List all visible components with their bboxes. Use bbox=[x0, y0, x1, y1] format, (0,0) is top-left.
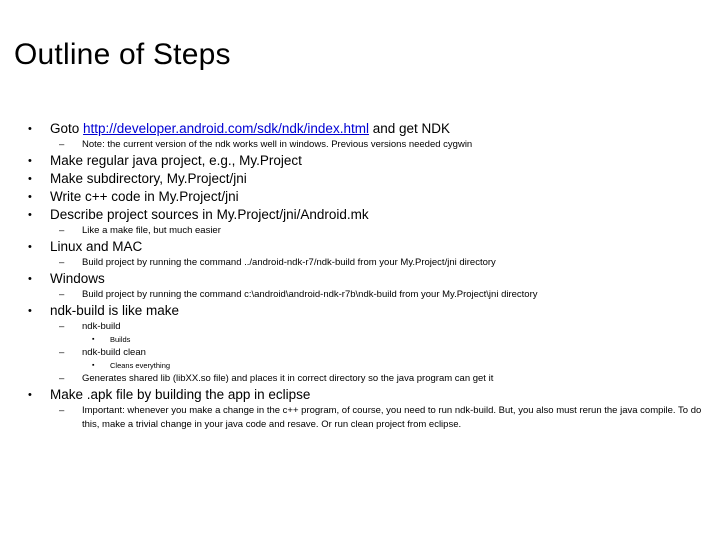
list-item: – Build project by running the command c:… bbox=[14, 288, 706, 302]
list-item: • Make .apk file by building the app in e… bbox=[14, 386, 706, 404]
list-item-text: Goto http://developer.android.com/sdk/nd… bbox=[50, 121, 450, 136]
list-item-text: ndk-build clean bbox=[82, 347, 146, 358]
bullet-icon: – bbox=[59, 289, 65, 300]
bullet-icon: • bbox=[28, 389, 32, 401]
slide: Outline of Steps • Goto http://developer.… bbox=[0, 0, 720, 540]
bullet-icon: • bbox=[28, 155, 32, 167]
list-item-text: Like a make file, but much easier bbox=[82, 225, 221, 236]
list-item-text: ndk-build is like make bbox=[50, 303, 180, 318]
list-item-text: Write c++ code in My.Project/jni bbox=[50, 189, 239, 204]
bullet-icon: • bbox=[28, 191, 32, 203]
list-item-text: Linux and MAC bbox=[50, 239, 143, 254]
list-item-text: Describe project sources in My.Project/j… bbox=[50, 207, 369, 222]
text-run: Goto bbox=[50, 121, 84, 136]
bullet-icon: • bbox=[28, 123, 32, 135]
bullet-icon: – bbox=[59, 139, 65, 150]
bullet-icon: • bbox=[28, 173, 32, 185]
list-item: – Note: the current version of the ndk wo… bbox=[14, 138, 706, 152]
list-item: • Windows bbox=[14, 270, 706, 288]
list-item: • Make subdirectory, My.Project/jni bbox=[14, 170, 706, 188]
list-item: – Important: whenever you make a change i… bbox=[14, 404, 706, 432]
list-item-text: Build project by running the command ../… bbox=[82, 257, 496, 268]
list-item-text: Generates shared lib (libXX.so file) and… bbox=[82, 373, 494, 384]
list-item-text: Builds bbox=[110, 335, 131, 344]
list-item-text: Make subdirectory, My.Project/jni bbox=[50, 171, 247, 186]
slide-body: • Goto http://developer.android.com/sdk/n… bbox=[14, 120, 706, 432]
list-item: – ndk-build clean bbox=[14, 346, 706, 360]
list-item: • Linux and MAC bbox=[14, 238, 706, 256]
bullet-icon: • bbox=[28, 241, 32, 253]
bullet-icon: – bbox=[59, 373, 65, 384]
bullet-icon: • bbox=[28, 273, 32, 285]
page-title: Outline of Steps bbox=[14, 38, 231, 71]
list-item: – Generates shared lib (libXX.so file) an… bbox=[14, 372, 706, 386]
bullet-icon: • bbox=[28, 209, 32, 221]
text-run: and get NDK bbox=[368, 121, 450, 136]
ndk-download-link[interactable]: http://developer.android.com/sdk/ndk/ind… bbox=[83, 121, 369, 136]
list-item-text: Make .apk file by building the app in ec… bbox=[50, 387, 311, 402]
list-item: • Describe project sources in My.Project/… bbox=[14, 206, 706, 224]
bullet-icon: – bbox=[59, 347, 65, 358]
list-item: ▪ Builds bbox=[14, 334, 706, 346]
bullet-icon: – bbox=[59, 321, 65, 332]
outline-list: • Goto http://developer.android.com/sdk/n… bbox=[14, 120, 706, 432]
list-item-text: Important: whenever you make a change in… bbox=[82, 405, 702, 430]
bullet-icon: – bbox=[59, 225, 65, 236]
bullet-icon: – bbox=[59, 257, 65, 268]
list-item: • Goto http://developer.android.com/sdk/n… bbox=[14, 120, 706, 138]
list-item: • ndk-build is like make bbox=[14, 302, 706, 320]
list-item-text: Build project by running the command c:\… bbox=[82, 289, 538, 300]
list-item-text: ndk-build bbox=[82, 321, 121, 332]
list-item-text: Make regular java project, e.g., My.Proj… bbox=[50, 153, 302, 168]
list-item: ▪ Cleans everything bbox=[14, 360, 706, 372]
list-item-text: Cleans everything bbox=[110, 361, 171, 370]
list-item: – Like a make file, but much easier bbox=[14, 224, 706, 238]
list-item: – Build project by running the command ..… bbox=[14, 256, 706, 270]
list-item: – ndk-build bbox=[14, 320, 706, 334]
bullet-icon: – bbox=[59, 405, 65, 416]
list-item: • Write c++ code in My.Project/jni bbox=[14, 188, 706, 206]
list-item-text: Note: the current version of the ndk wor… bbox=[82, 139, 473, 150]
bullet-icon: ▪ bbox=[92, 362, 95, 369]
list-item-text: Windows bbox=[50, 271, 105, 286]
bullet-icon: • bbox=[28, 305, 32, 317]
list-item: • Make regular java project, e.g., My.Pro… bbox=[14, 152, 706, 170]
bullet-icon: ▪ bbox=[92, 336, 95, 343]
